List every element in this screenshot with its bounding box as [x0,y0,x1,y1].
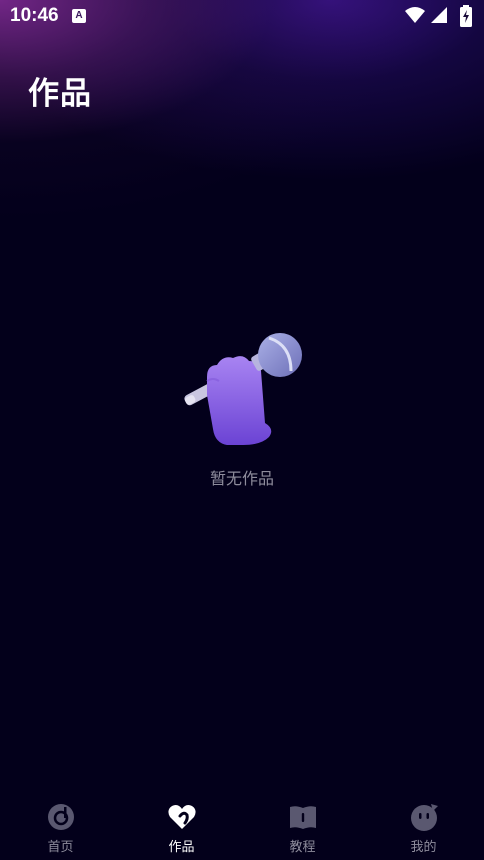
empty-state: 暂无作品 [0,325,484,489]
battery-charging-icon [460,5,472,27]
tab-label-profile: 我的 [410,840,437,855]
microphone-in-hand-icon [184,333,302,445]
heart-icon [167,805,196,829]
status-time: 10:46 [10,5,59,26]
bottom-tab-bar: 首页 作品 教程 我的 [0,786,484,860]
tab-home[interactable]: 首页 [0,786,121,860]
tab-label-works: 作品 [168,840,195,855]
status-bar: 10:46 A [0,0,484,34]
book-icon [289,806,316,829]
wifi-icon [405,7,425,23]
music-disc-icon [47,804,74,830]
signal-icon [431,7,447,23]
page-title: 作品 [28,76,92,112]
tab-label-tutorial: 教程 [289,840,316,855]
tab-label-home: 首页 [47,840,74,855]
notification-app-icon: A [72,9,86,23]
tab-profile[interactable]: 我的 [363,786,484,860]
empty-state-text: 暂无作品 [209,469,274,488]
tab-tutorial[interactable]: 教程 [242,786,363,860]
profile-face-icon [410,804,438,831]
tab-works[interactable]: 作品 [121,786,242,860]
header-gradient-background [0,0,484,300]
